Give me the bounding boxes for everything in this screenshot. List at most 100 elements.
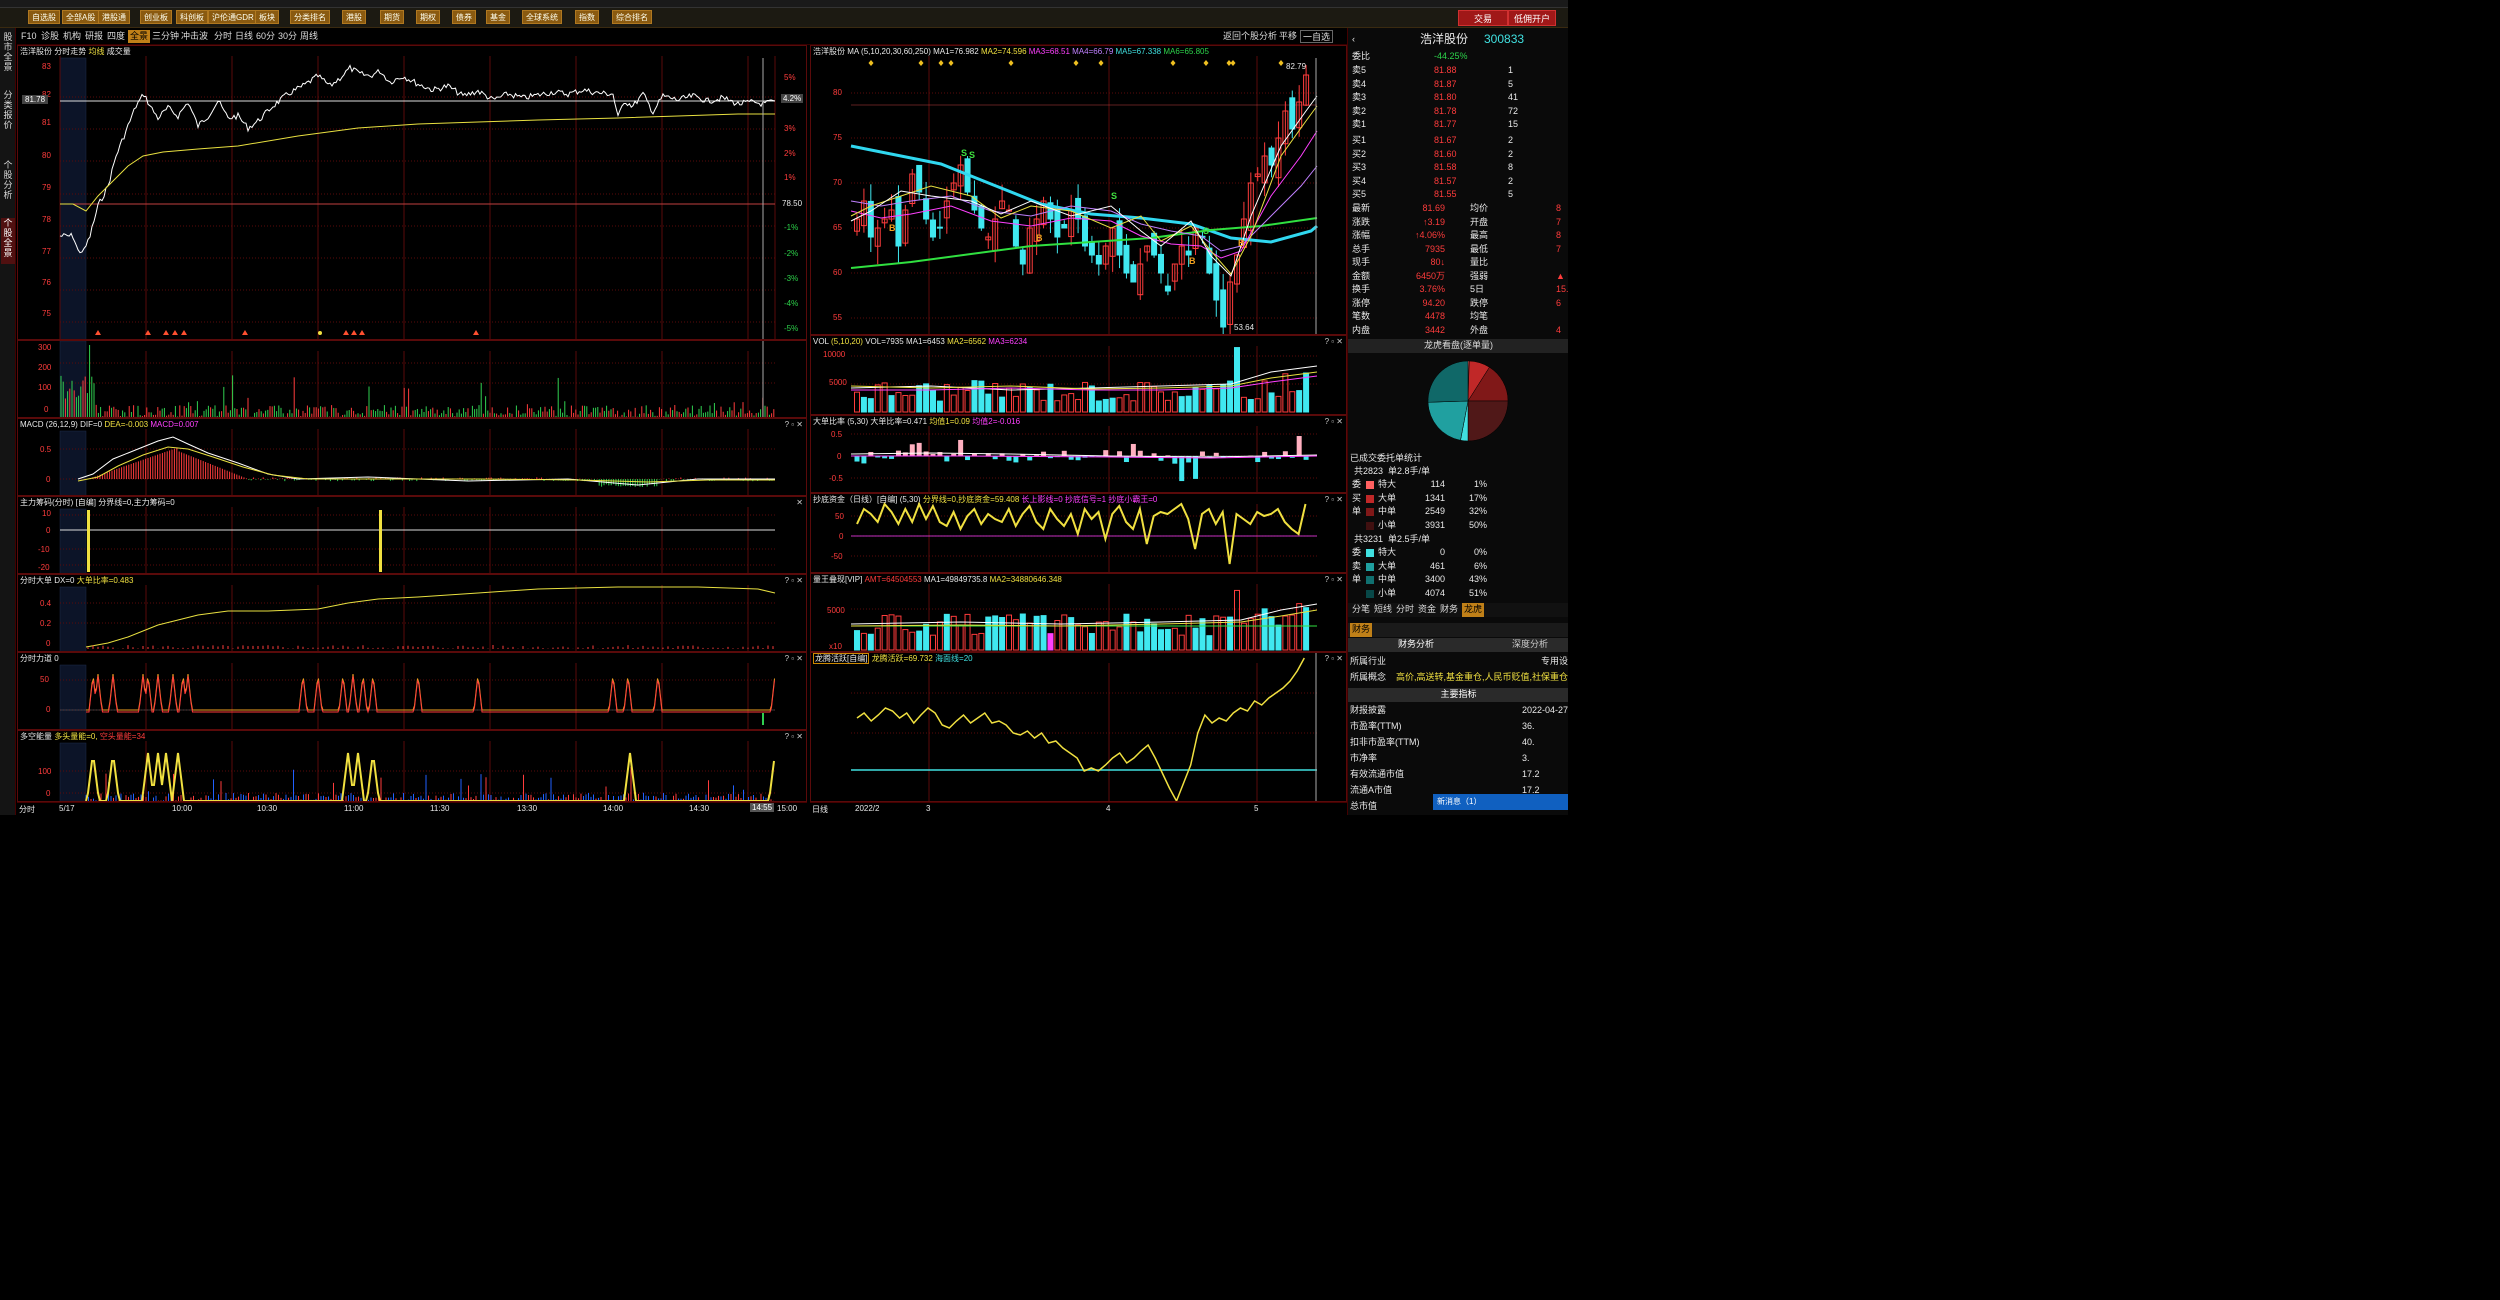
tab-finance-analysis[interactable]: 财务分析 — [1398, 638, 1434, 652]
liangwang-panel[interactable]: 量王叠现[VIP] AMT=64504553 MA1=49849735.8 MA… — [810, 573, 1347, 652]
toolbar-button-funds[interactable]: 基金 — [486, 10, 510, 24]
bid-row[interactable]: 买2 81.60 2 — [1348, 148, 1568, 162]
buy-sell-signal: B — [1238, 238, 1245, 248]
tab-daily[interactable]: 日线 — [235, 30, 253, 43]
ask-row[interactable]: 卖1 81.77 15 — [1348, 118, 1568, 132]
nav-tab-market-overview[interactable]: 股市全景 — [1, 32, 15, 78]
duokong-panel[interactable]: 多空能量 多头量能=0, 空头量能=34 ? ▫ ✕ 100 0 — [17, 730, 807, 802]
longteng-panel[interactable]: 龙腾活跃[自编] 龙腾活跃=69.732 海面线=20 ? ▫ ✕ — [810, 652, 1347, 802]
intraday-price-panel[interactable]: 浩洋股份 分时走势 均线 成交量 83 82 81 80 79 78 77 76… — [17, 45, 807, 340]
signal-triangle — [351, 330, 357, 335]
nav-tab-stock-analysis[interactable]: 个股分析 — [1, 160, 15, 206]
tab-institution[interactable]: 机构 — [63, 30, 81, 43]
dadan-line — [85, 586, 776, 648]
toolbar-button-bonds[interactable]: 债券 — [452, 10, 476, 24]
trade-button[interactable]: 交易 — [1458, 10, 1508, 26]
quote-tab[interactable]: 财务 — [1440, 603, 1458, 617]
ask-row[interactable]: 卖5 81.88 1 — [1348, 64, 1568, 78]
toolbar-button-global[interactable]: 全球系统 — [522, 10, 562, 24]
news-notification[interactable]: 新消息（1） — [1433, 794, 1568, 810]
bid-row[interactable]: 买1 81.67 2 — [1348, 134, 1568, 148]
toolbar-button-chinext[interactable]: 创业板 — [140, 10, 172, 24]
signal-triangle — [95, 330, 101, 335]
fenshi-lidao-panel[interactable]: 分时力道 0 ? ▫ ✕ 50 0 — [17, 652, 807, 730]
back-to-stock-analysis-link[interactable]: 返回个股分析 — [1223, 30, 1277, 43]
toolbar-button-hk[interactable]: 港股 — [342, 10, 366, 24]
quote-tab[interactable]: 资金 — [1418, 603, 1436, 617]
tab-diagnose[interactable]: 诊股 — [41, 30, 59, 43]
tab-four-degree[interactable]: 四度 — [107, 30, 125, 43]
tab-f10[interactable]: F10 — [21, 30, 37, 43]
event-marker — [1008, 60, 1014, 66]
amount-bar — [1012, 619, 1019, 651]
tab-30min[interactable]: 30分 — [278, 30, 297, 43]
toolbar-button-composite[interactable]: 综合排名 — [612, 10, 652, 24]
ask-row[interactable]: 卖2 81.78 72 — [1348, 105, 1568, 119]
quote-tab[interactable]: 短线 — [1374, 603, 1392, 617]
axis-mode-label[interactable]: 分时 — [19, 804, 35, 815]
chip-bar — [87, 510, 90, 572]
zhuli-tick: 10 — [42, 509, 51, 518]
ask-row[interactable]: 卖4 81.87 5 — [1348, 78, 1568, 92]
toolbar-button-options[interactable]: 期权 — [416, 10, 440, 24]
nav-tab-stock-panorama[interactable]: 个股全景 — [1, 218, 15, 264]
candle-body — [1130, 264, 1137, 283]
macd-panel[interactable]: MACD (26,12,9) DIF=0 DEA=-0.003 MACD=0.0… — [17, 418, 807, 496]
quote-tab[interactable]: 分时 — [1396, 603, 1414, 617]
vol-tick: 100 — [38, 383, 52, 392]
pan-toggle[interactable]: 平移 — [1279, 30, 1297, 43]
tab-shockwave[interactable]: 冲击波 — [181, 30, 208, 43]
event-marker — [918, 60, 924, 66]
vol-tick: 200 — [38, 363, 52, 372]
back-chevron-icon[interactable]: ‹ — [1352, 30, 1355, 48]
ask-row[interactable]: 卖3 81.80 41 — [1348, 91, 1568, 105]
toolbar-button-gdr[interactable]: 沪伦通GDR — [208, 10, 258, 24]
zhuli-chouma-panel[interactable]: 主力筹码(分时) [自编] 分界线=0,主力筹码=0 ✕ 10 0 -10 -2… — [17, 496, 807, 574]
tab-research[interactable]: 研报 — [85, 30, 103, 43]
open-account-button[interactable]: 低佣开户 — [1508, 10, 1556, 26]
tab-panorama[interactable]: 全景 — [128, 30, 151, 43]
nav-tab-category-quote[interactable]: 分类报价 — [1, 90, 15, 136]
date-label: 5 — [1254, 804, 1259, 813]
price-line — [59, 64, 776, 254]
intraday-volume-panel[interactable]: 300 200 100 0 — [17, 340, 807, 418]
toolbar-button-star[interactable]: 科创板 — [176, 10, 208, 24]
toolbar-button-ranking[interactable]: 分类排名 — [290, 10, 330, 24]
kline-dadan-panel[interactable]: 大单比率 (5,30) 大单比率=0.471 均值1=0.09 均值2=-0.0… — [810, 415, 1347, 493]
tab-deep-analysis[interactable]: 深度分析 — [1512, 638, 1548, 652]
finance-row: 市盈率(TTM) 36. — [1350, 721, 1535, 731]
amount-bar — [992, 615, 999, 651]
bid-row[interactable]: 买3 81.58 8 — [1348, 161, 1568, 175]
event-marker — [1278, 60, 1284, 66]
tab-finance-header[interactable]: 财务 — [1350, 623, 1373, 637]
bid-row[interactable]: 买5 81.55 5 — [1348, 188, 1568, 202]
fenshi-dadan-panel[interactable]: 分时大单 DX=0 大单比率=0.483 ? ▫ ✕ 0.4 0.2 0 — [17, 574, 807, 652]
quote-tab[interactable]: 龙虎 — [1462, 603, 1485, 617]
toolbar-button-index[interactable]: 指数 — [575, 10, 599, 24]
kdadan-tick: 0.5 — [831, 430, 843, 439]
liangwang-chart — [850, 584, 1318, 651]
tab-weekly[interactable]: 周线 — [300, 30, 318, 43]
axis-mode-label[interactable]: 日线 — [812, 804, 828, 815]
quote-tab[interactable]: 分笔 — [1352, 603, 1370, 617]
toolbar-button-sector[interactable]: 板块 — [255, 10, 279, 24]
toolbar-button-futures[interactable]: 期货 — [380, 10, 404, 24]
tab-60min[interactable]: 60分 — [256, 30, 275, 43]
current-price-marker: 81.78 — [22, 95, 49, 104]
volume-bar — [1213, 388, 1220, 413]
size-row: 单中单 2549 32% — [1352, 506, 1487, 516]
toolbar-button-watchlist[interactable]: 自选股 — [28, 10, 60, 24]
watchlist-dropdown[interactable]: 一自选 — [1300, 30, 1334, 43]
kline-volume-panel[interactable]: VOL (5,10,20) VOL=7935 MA1=6453 MA2=6562… — [810, 335, 1347, 415]
toolbar-button-all-a[interactable]: 全部A股 — [62, 10, 100, 24]
kline-panel[interactable]: 浩洋股份 MA (5,10,20,30,60,250) MA1=76.982 M… — [810, 45, 1347, 335]
volume-bar — [1054, 400, 1061, 413]
tab-intraday[interactable]: 分时 — [214, 30, 232, 43]
chaodi-panel[interactable]: 抄底资金（日线）[自编] (5,30) 分界线=0,抄底资金=59.408 长上… — [810, 493, 1347, 573]
amount-bar — [1151, 623, 1158, 651]
legend-swatch — [1366, 589, 1374, 598]
bid-row[interactable]: 买4 81.57 2 — [1348, 175, 1568, 189]
tab-three-minute[interactable]: 三分钟 — [152, 30, 179, 43]
toolbar-button-hk-connect[interactable]: 港股通 — [98, 10, 130, 24]
pct-tick: 78.50 — [782, 199, 803, 208]
